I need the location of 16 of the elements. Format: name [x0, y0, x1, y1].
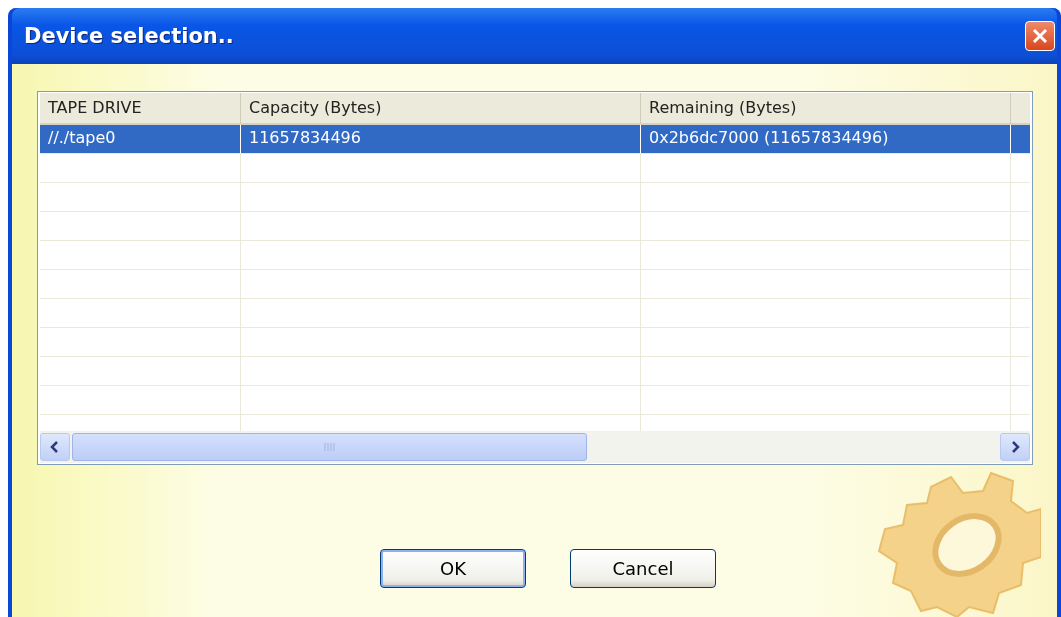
- window-title: Device selection..: [24, 24, 234, 48]
- scroll-left-button[interactable]: [40, 433, 70, 461]
- scroll-right-button[interactable]: [1000, 433, 1030, 461]
- table-cell: 11657834496: [241, 125, 641, 153]
- column-header[interactable]: Capacity (Bytes): [241, 93, 641, 123]
- dialog-button[interactable]: OK: [380, 549, 526, 588]
- column-header[interactable]: Remaining (Bytes): [641, 93, 1011, 123]
- horizontal-scrollbar[interactable]: [40, 431, 1030, 463]
- table-cell: 0x2b6dc7000 (11657834496): [641, 125, 1011, 153]
- grip-icon: [322, 443, 337, 451]
- table-row[interactable]: //./tape0 11657834496 0x2b6dc7000 (11657834496): [40, 125, 1030, 154]
- close-button[interactable]: [1025, 21, 1055, 51]
- column-header[interactable]: TAPE DRIVE: [40, 93, 241, 123]
- dialog-button[interactable]: Cancel: [570, 549, 716, 588]
- scroll-thumb[interactable]: [72, 433, 587, 461]
- table-cell: //./tape0: [40, 125, 241, 153]
